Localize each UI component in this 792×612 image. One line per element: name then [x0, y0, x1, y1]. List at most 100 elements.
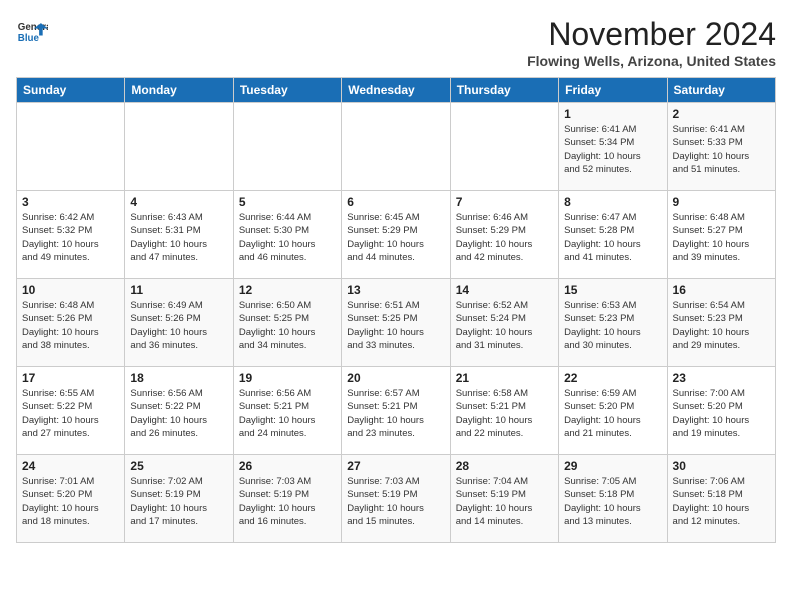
calendar-cell: 4 Sunrise: 6:43 AM Sunset: 5:31 PM Daylig…: [125, 191, 233, 279]
day-number: 27: [347, 459, 444, 473]
day-info: Sunrise: 6:41 AM Sunset: 5:33 PM Dayligh…: [673, 123, 770, 176]
day-number: 29: [564, 459, 661, 473]
day-info: Sunrise: 6:48 AM Sunset: 5:26 PM Dayligh…: [22, 299, 119, 352]
calendar-cell: 2 Sunrise: 6:41 AM Sunset: 5:33 PM Daylig…: [667, 103, 775, 191]
day-number: 14: [456, 283, 553, 297]
calendar-cell: 20 Sunrise: 6:57 AM Sunset: 5:21 PM Dayli…: [342, 367, 450, 455]
calendar-cell: 27 Sunrise: 7:03 AM Sunset: 5:19 PM Dayli…: [342, 455, 450, 543]
day-info: Sunrise: 6:50 AM Sunset: 5:25 PM Dayligh…: [239, 299, 336, 352]
day-info: Sunrise: 6:44 AM Sunset: 5:30 PM Dayligh…: [239, 211, 336, 264]
day-number: 21: [456, 371, 553, 385]
calendar-cell: [342, 103, 450, 191]
day-number: 2: [673, 107, 770, 121]
day-info: Sunrise: 6:55 AM Sunset: 5:22 PM Dayligh…: [22, 387, 119, 440]
calendar-cell: 29 Sunrise: 7:05 AM Sunset: 5:18 PM Dayli…: [559, 455, 667, 543]
calendar-cell: 18Sunrise: 6:56 AM Sunset: 5:22 PM Dayli…: [125, 367, 233, 455]
calendar-cell: 14 Sunrise: 6:52 AM Sunset: 5:24 PM Dayli…: [450, 279, 558, 367]
calendar-cell: 10 Sunrise: 6:48 AM Sunset: 5:26 PM Dayli…: [17, 279, 125, 367]
calendar-cell: 16Sunrise: 6:54 AM Sunset: 5:23 PM Dayli…: [667, 279, 775, 367]
calendar-cell: 26Sunrise: 7:03 AM Sunset: 5:19 PM Dayli…: [233, 455, 341, 543]
day-info: Sunrise: 6:45 AM Sunset: 5:29 PM Dayligh…: [347, 211, 444, 264]
calendar-cell: 30 Sunrise: 7:06 AM Sunset: 5:18 PM Dayli…: [667, 455, 775, 543]
day-number: 16: [673, 283, 770, 297]
day-number: 28: [456, 459, 553, 473]
day-number: 18: [130, 371, 227, 385]
day-info: Sunrise: 6:49 AM Sunset: 5:26 PM Dayligh…: [130, 299, 227, 352]
month-title: November 2024: [527, 16, 776, 53]
day-info: Sunrise: 7:00 AM Sunset: 5:20 PM Dayligh…: [673, 387, 770, 440]
week-row-1: 1 Sunrise: 6:41 AM Sunset: 5:34 PM Daylig…: [17, 103, 776, 191]
calendar-cell: [125, 103, 233, 191]
day-info: Sunrise: 6:59 AM Sunset: 5:20 PM Dayligh…: [564, 387, 661, 440]
calendar-cell: 19 Sunrise: 6:56 AM Sunset: 5:21 PM Dayli…: [233, 367, 341, 455]
day-info: Sunrise: 7:05 AM Sunset: 5:18 PM Dayligh…: [564, 475, 661, 528]
calendar-cell: 23 Sunrise: 7:00 AM Sunset: 5:20 PM Dayli…: [667, 367, 775, 455]
calendar-cell: 17 Sunrise: 6:55 AM Sunset: 5:22 PM Dayli…: [17, 367, 125, 455]
day-number: 17: [22, 371, 119, 385]
day-info: Sunrise: 7:03 AM Sunset: 5:19 PM Dayligh…: [347, 475, 444, 528]
weekday-header-tuesday: Tuesday: [233, 78, 341, 103]
day-number: 22: [564, 371, 661, 385]
calendar-cell: 21 Sunrise: 6:58 AM Sunset: 5:21 PM Dayli…: [450, 367, 558, 455]
day-number: 1: [564, 107, 661, 121]
day-number: 19: [239, 371, 336, 385]
svg-text:Blue: Blue: [18, 33, 40, 44]
calendar-table: SundayMondayTuesdayWednesdayThursdayFrid…: [16, 77, 776, 543]
day-info: Sunrise: 6:56 AM Sunset: 5:21 PM Dayligh…: [239, 387, 336, 440]
calendar-cell: 7 Sunrise: 6:46 AM Sunset: 5:29 PM Daylig…: [450, 191, 558, 279]
day-info: Sunrise: 7:02 AM Sunset: 5:19 PM Dayligh…: [130, 475, 227, 528]
week-row-4: 17 Sunrise: 6:55 AM Sunset: 5:22 PM Dayli…: [17, 367, 776, 455]
day-number: 9: [673, 195, 770, 209]
calendar-cell: 8Sunrise: 6:47 AM Sunset: 5:28 PM Daylig…: [559, 191, 667, 279]
calendar-cell: 1 Sunrise: 6:41 AM Sunset: 5:34 PM Daylig…: [559, 103, 667, 191]
calendar-cell: 3 Sunrise: 6:42 AM Sunset: 5:32 PM Daylig…: [17, 191, 125, 279]
day-number: 24: [22, 459, 119, 473]
header: General Blue November 2024 Flowing Wells…: [16, 16, 776, 69]
day-info: Sunrise: 6:42 AM Sunset: 5:32 PM Dayligh…: [22, 211, 119, 264]
day-info: Sunrise: 6:43 AM Sunset: 5:31 PM Dayligh…: [130, 211, 227, 264]
day-info: Sunrise: 6:47 AM Sunset: 5:28 PM Dayligh…: [564, 211, 661, 264]
day-number: 4: [130, 195, 227, 209]
day-info: Sunrise: 6:41 AM Sunset: 5:34 PM Dayligh…: [564, 123, 661, 176]
weekday-header-saturday: Saturday: [667, 78, 775, 103]
day-info: Sunrise: 6:52 AM Sunset: 5:24 PM Dayligh…: [456, 299, 553, 352]
day-info: Sunrise: 6:48 AM Sunset: 5:27 PM Dayligh…: [673, 211, 770, 264]
weekday-header-thursday: Thursday: [450, 78, 558, 103]
day-info: Sunrise: 7:06 AM Sunset: 5:18 PM Dayligh…: [673, 475, 770, 528]
weekday-header-monday: Monday: [125, 78, 233, 103]
week-row-3: 10 Sunrise: 6:48 AM Sunset: 5:26 PM Dayli…: [17, 279, 776, 367]
calendar-cell: 9 Sunrise: 6:48 AM Sunset: 5:27 PM Daylig…: [667, 191, 775, 279]
day-number: 20: [347, 371, 444, 385]
logo: General Blue: [16, 16, 48, 48]
calendar-cell: 5 Sunrise: 6:44 AM Sunset: 5:30 PM Daylig…: [233, 191, 341, 279]
day-number: 12: [239, 283, 336, 297]
day-number: 23: [673, 371, 770, 385]
weekday-header-sunday: Sunday: [17, 78, 125, 103]
calendar-cell: 24 Sunrise: 7:01 AM Sunset: 5:20 PM Dayli…: [17, 455, 125, 543]
day-number: 7: [456, 195, 553, 209]
day-number: 6: [347, 195, 444, 209]
calendar-cell: 11 Sunrise: 6:49 AM Sunset: 5:26 PM Dayli…: [125, 279, 233, 367]
day-number: 10: [22, 283, 119, 297]
day-info: Sunrise: 6:51 AM Sunset: 5:25 PM Dayligh…: [347, 299, 444, 352]
calendar-cell: [450, 103, 558, 191]
calendar-cell: 15Sunrise: 6:53 AM Sunset: 5:23 PM Dayli…: [559, 279, 667, 367]
day-info: Sunrise: 6:57 AM Sunset: 5:21 PM Dayligh…: [347, 387, 444, 440]
calendar-cell: 13Sunrise: 6:51 AM Sunset: 5:25 PM Dayli…: [342, 279, 450, 367]
day-number: 11: [130, 283, 227, 297]
weekday-header-wednesday: Wednesday: [342, 78, 450, 103]
day-number: 15: [564, 283, 661, 297]
day-number: 25: [130, 459, 227, 473]
day-info: Sunrise: 6:46 AM Sunset: 5:29 PM Dayligh…: [456, 211, 553, 264]
week-row-5: 24 Sunrise: 7:01 AM Sunset: 5:20 PM Dayli…: [17, 455, 776, 543]
weekday-header-row: SundayMondayTuesdayWednesdayThursdayFrid…: [17, 78, 776, 103]
calendar-cell: 12 Sunrise: 6:50 AM Sunset: 5:25 PM Dayli…: [233, 279, 341, 367]
location-title: Flowing Wells, Arizona, United States: [527, 53, 776, 69]
week-row-2: 3 Sunrise: 6:42 AM Sunset: 5:32 PM Daylig…: [17, 191, 776, 279]
day-number: 5: [239, 195, 336, 209]
day-number: 3: [22, 195, 119, 209]
day-info: Sunrise: 7:03 AM Sunset: 5:19 PM Dayligh…: [239, 475, 336, 528]
day-info: Sunrise: 6:58 AM Sunset: 5:21 PM Dayligh…: [456, 387, 553, 440]
day-info: Sunrise: 7:01 AM Sunset: 5:20 PM Dayligh…: [22, 475, 119, 528]
day-number: 30: [673, 459, 770, 473]
